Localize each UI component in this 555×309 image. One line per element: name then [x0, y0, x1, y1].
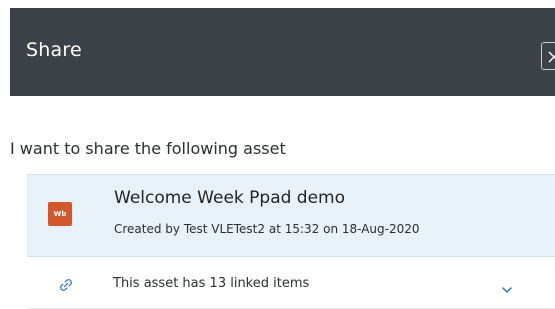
asset-meta: Created by Test VLETest2 at 15:32 on 18-…	[114, 222, 420, 236]
dialog-header: Share	[10, 8, 555, 96]
chevron-down-icon	[501, 279, 513, 298]
share-dialog: Share I want to share the following asse…	[0, 0, 555, 309]
link-icon	[59, 277, 73, 296]
asset-type-badge: Wb	[48, 202, 72, 226]
linked-items-toggle[interactable]: This asset has 13 linked items	[27, 257, 555, 309]
share-instruction: I want to share the following asset	[10, 139, 286, 158]
close-button[interactable]	[541, 42, 555, 70]
linked-items-label: This asset has 13 linked items	[113, 276, 310, 291]
asset-card: Wb Welcome Week Ppad demo Created by Tes…	[27, 174, 555, 257]
dialog-title: Share	[26, 39, 82, 61]
asset-title: Welcome Week Ppad demo	[114, 188, 346, 208]
